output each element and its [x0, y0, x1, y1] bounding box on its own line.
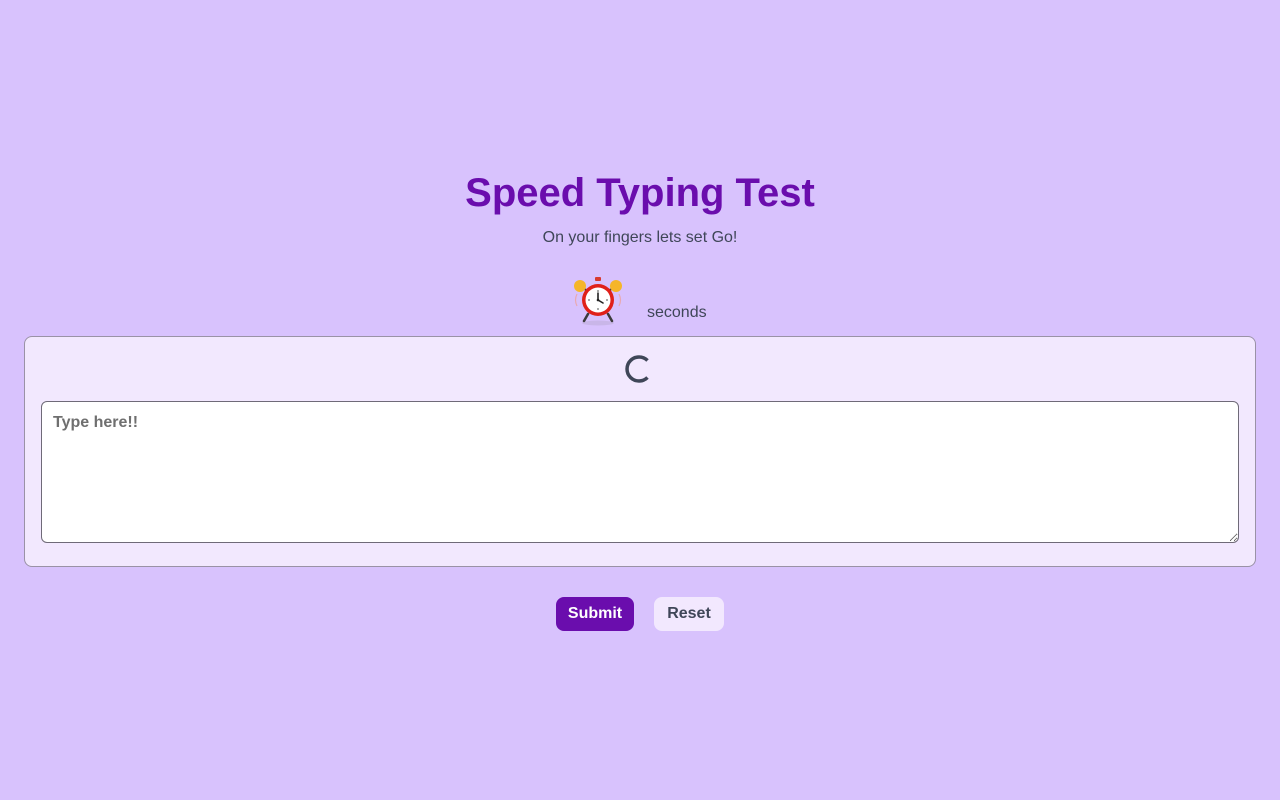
submit-button[interactable]: Submit — [556, 597, 634, 631]
timer-unit-label: seconds — [647, 304, 707, 321]
typing-test-card — [24, 336, 1256, 567]
alarm-clock-icon — [570, 274, 626, 326]
timer: seconds — [570, 274, 707, 326]
reset-button[interactable]: Reset — [654, 597, 724, 631]
page-subtitle: On your fingers lets set Go! — [542, 229, 738, 246]
page-title: Speed Typing Test — [465, 171, 815, 215]
typing-input[interactable] — [41, 401, 1239, 543]
